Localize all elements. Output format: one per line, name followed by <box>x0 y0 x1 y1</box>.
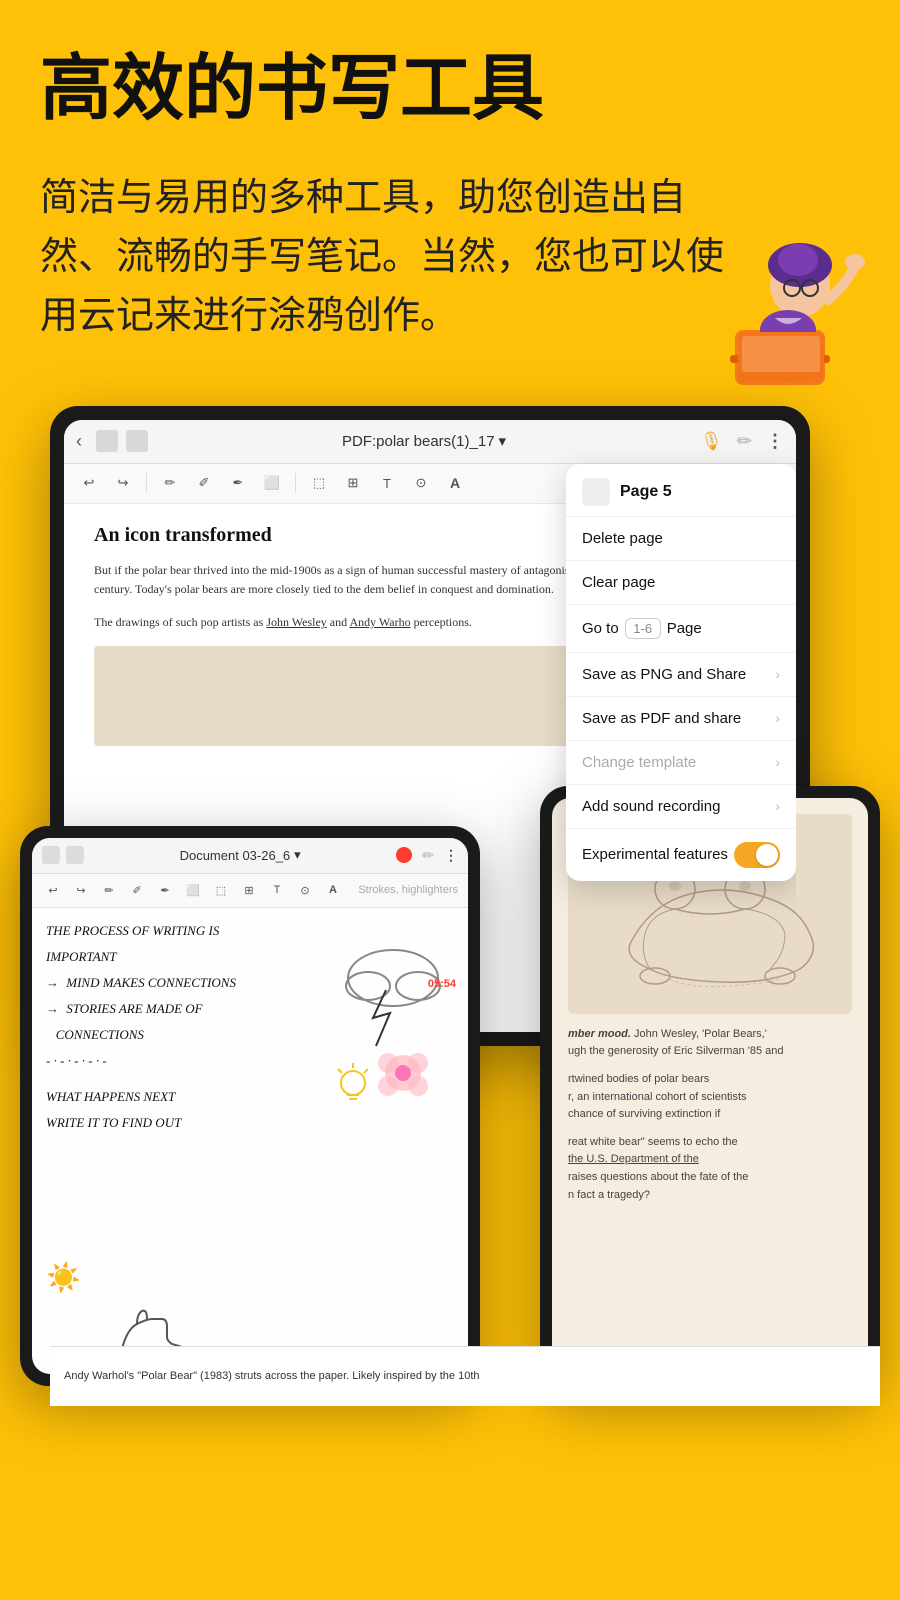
experimental-label: Experimental features <box>582 846 728 863</box>
save-pdf-item[interactable]: Save as PDF and share › <box>566 697 796 741</box>
save-png-chevron: › <box>775 666 780 682</box>
undo-button[interactable]: ↩ <box>76 470 102 496</box>
title-dropdown-arrow[interactable]: ▾ <box>499 432 507 450</box>
save-png-item[interactable]: Save as PNG and Share › <box>566 653 796 697</box>
toolbar-divider-2 <box>295 473 296 493</box>
font-tool[interactable]: A <box>442 470 468 496</box>
menu-page-title: Page 5 <box>620 483 672 501</box>
pen-tool[interactable]: ✏ <box>157 470 183 496</box>
second-grid-icon <box>42 846 60 864</box>
mic-icon[interactable]: 🎙 <box>700 431 723 452</box>
ipad-third-screen: mber mood. John Wesley, 'Polar Bears,'ug… <box>552 798 868 1374</box>
second-topbar: Document 03-26_6 ▾ ✏ ⋮ <box>32 838 468 874</box>
second-select[interactable]: ⬚ <box>210 879 232 901</box>
change-template-label: Change template <box>582 754 696 771</box>
second-redo[interactable]: ↪ <box>70 879 92 901</box>
change-template-item[interactable]: Change template › <box>566 741 796 785</box>
image-tool[interactable]: ⊞ <box>340 470 366 496</box>
second-edit-icon[interactable]: ✏ <box>422 847 434 864</box>
ipad-second: Document 03-26_6 ▾ ✏ ⋮ ↩ ↪ ✏ ✐ ✒ ⬜ ⬚ ⊞ <box>20 826 480 1386</box>
recording-indicator <box>396 847 412 863</box>
third-text-block-2: rtwined bodies of polar bearsr, an inter… <box>568 1071 852 1124</box>
topbar-title: PDF:polar bears(1)_17 ▾ <box>158 432 690 450</box>
pencil-tool[interactable]: ✐ <box>191 470 217 496</box>
second-text[interactable]: T <box>266 879 288 901</box>
page-icon <box>582 478 610 506</box>
pencil-tool-icon[interactable]: ✏ <box>737 431 752 452</box>
bottom-strip-text: Andy Warhol's "Polar Bear" (1983) struts… <box>64 1368 480 1385</box>
time-badge: 05:54 <box>428 978 456 990</box>
goto-item[interactable]: Go to Page <box>566 605 796 653</box>
character-illustration <box>680 200 880 400</box>
add-sound-chevron: › <box>775 798 780 814</box>
second-topbar-title: Document 03-26_6 ▾ <box>92 847 388 863</box>
text-tool[interactable]: T <box>374 470 400 496</box>
second-image[interactable]: ⊞ <box>238 879 260 901</box>
second-dropdown-arrow[interactable]: ▾ <box>294 847 301 863</box>
doodles-area <box>328 918 458 1123</box>
bookmark-icon <box>126 430 148 452</box>
second-undo[interactable]: ↩ <box>42 879 64 901</box>
topbar-icons <box>96 430 148 452</box>
more-options-icon[interactable]: ⋮ <box>766 431 784 452</box>
second-pen[interactable]: ✏ <box>98 879 120 901</box>
topbar-right-controls: 🎙 ✏ ⋮ <box>700 431 784 452</box>
experimental-item[interactable]: Experimental features <box>566 829 796 881</box>
goto-row: Go to Page <box>582 618 702 639</box>
second-topbar-icons <box>42 846 84 864</box>
main-title: 高效的书写工具 <box>40 50 860 129</box>
toolbar-divider-1 <box>146 473 147 493</box>
top-section: 高效的书写工具 简洁与易用的多种工具，助您创造出自然、流畅的手写笔记。当然，您也… <box>0 0 900 366</box>
third-text-block-1: mber mood. John Wesley, 'Polar Bears,'ug… <box>568 1026 852 1061</box>
goto-label: Go to <box>582 620 619 637</box>
second-eraser[interactable]: ⬜ <box>182 879 204 901</box>
lasso-tool[interactable]: ⊙ <box>408 470 434 496</box>
dept-link[interactable]: the U.S. Department of the <box>568 1153 699 1165</box>
ipad-main-topbar: ‹ PDF:polar bears(1)_17 ▾ 🎙 ✏ ⋮ <box>64 420 796 464</box>
menu-header: Page 5 <box>566 464 796 517</box>
delete-page-item[interactable]: Delete page <box>566 517 796 561</box>
add-sound-item[interactable]: Add sound recording › <box>566 785 796 829</box>
clear-page-label: Clear page <box>582 574 655 591</box>
second-bookmark-icon <box>66 846 84 864</box>
strokes-label: Strokes, highlighters <box>358 884 458 896</box>
second-lasso[interactable]: ⊙ <box>294 879 316 901</box>
save-png-label: Save as PNG and Share <box>582 666 746 683</box>
marker-tool[interactable]: ✒ <box>225 470 251 496</box>
context-menu: Page 5 Delete page Clear page Go to Page <box>566 464 796 881</box>
second-marker[interactable]: ✒ <box>154 879 176 901</box>
second-font[interactable]: A <box>322 879 344 901</box>
sun-doodle: ☀️ <box>46 1261 81 1294</box>
change-template-chevron: › <box>775 754 780 770</box>
add-sound-label: Add sound recording <box>582 798 720 815</box>
delete-page-label: Delete page <box>582 530 663 547</box>
toggle-knob <box>756 844 778 866</box>
ipad-second-screen: Document 03-26_6 ▾ ✏ ⋮ ↩ ↪ ✏ ✐ ✒ ⬜ ⬚ ⊞ <box>32 838 468 1374</box>
handwriting-content: THE PROCESS OF WRITING IS IMPORTANT → MI… <box>32 908 468 1374</box>
second-doc-title: Document 03-26_6 <box>180 848 291 863</box>
second-topbar-right: ✏ ⋮ <box>396 847 458 864</box>
select-tool[interactable]: ⬚ <box>306 470 332 496</box>
save-pdf-chevron: › <box>775 710 780 726</box>
document-title: PDF:polar bears(1)_17 <box>342 433 495 450</box>
redo-button[interactable]: ↪ <box>110 470 136 496</box>
second-more-icon[interactable]: ⋮ <box>444 847 458 864</box>
third-text-block-3: reat white bear" seems to echo thethe U.… <box>568 1134 852 1204</box>
experimental-toggle[interactable] <box>734 842 780 868</box>
grid-icon <box>96 430 118 452</box>
eraser-tool[interactable]: ⬜ <box>259 470 285 496</box>
second-toolbar: ↩ ↪ ✏ ✐ ✒ ⬜ ⬚ ⊞ T ⊙ A Strokes, highlight… <box>32 874 468 908</box>
page-label: Page <box>667 620 702 637</box>
back-button[interactable]: ‹ <box>76 431 82 452</box>
bottom-strip: Andy Warhol's "Polar Bear" (1983) struts… <box>50 1346 880 1406</box>
devices-area: ‹ PDF:polar bears(1)_17 ▾ 🎙 ✏ ⋮ ↩ ↪ <box>0 406 900 1406</box>
clear-page-item[interactable]: Clear page <box>566 561 796 605</box>
save-pdf-label: Save as PDF and share <box>582 710 741 727</box>
doodle-svg <box>328 918 458 1118</box>
subtitle-text: 简洁与易用的多种工具，助您创造出自然、流畅的手写笔记。当然，您也可以使用云记来进… <box>40 169 760 346</box>
second-pencil[interactable]: ✐ <box>126 879 148 901</box>
goto-input[interactable] <box>625 618 661 639</box>
